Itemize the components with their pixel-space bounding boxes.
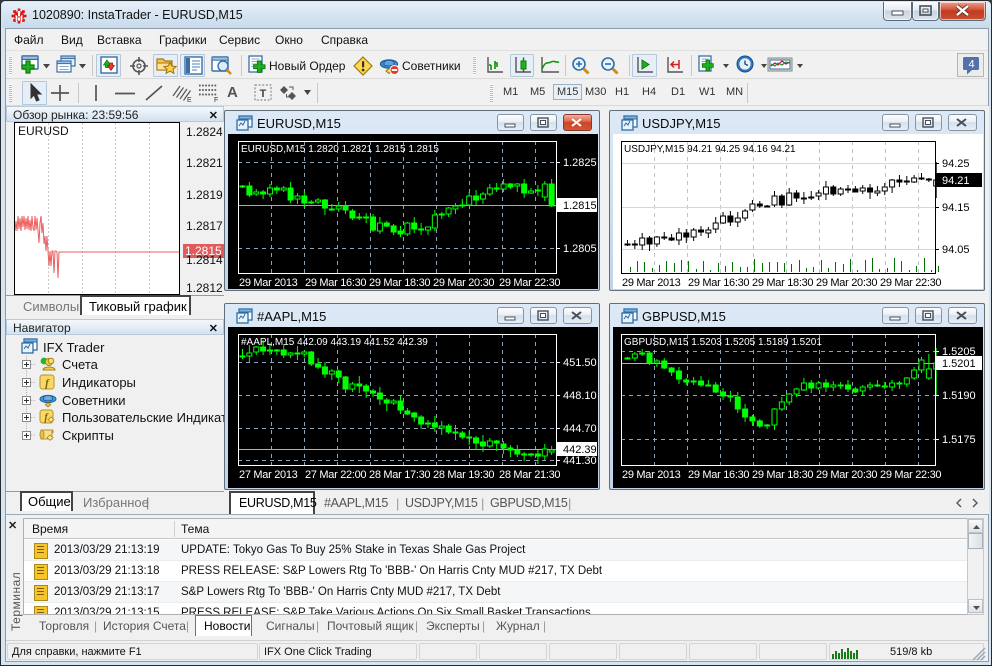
svg-text:USDJPY,M15 94.21 94.25 94.16: USDJPY,M15 94.21 94.25 94.16 94.21 xyxy=(624,144,796,155)
svg-text:27 Mar 22:00: 27 Mar 22:00 xyxy=(305,469,366,481)
svg-text:451.50: 451.50 xyxy=(563,357,597,369)
svg-text:1.5175: 1.5175 xyxy=(942,434,976,446)
svg-text:GBPUSD,M15 1.5203 1.5205 1.51: GBPUSD,M15 1.5203 1.5205 1.5189 1.5201 xyxy=(624,337,822,348)
svg-text:T: T xyxy=(260,88,267,100)
svg-text:94.25: 94.25 xyxy=(942,158,970,170)
svg-text:28 Mar 17:30: 28 Mar 17:30 xyxy=(369,469,430,481)
svg-text:1.2815: 1.2815 xyxy=(563,200,597,212)
svg-text:29 Mar 22:30: 29 Mar 22:30 xyxy=(880,469,941,481)
svg-text:94.05: 94.05 xyxy=(942,244,970,256)
svg-text:29 Mar 18:30: 29 Mar 18:30 xyxy=(369,277,430,289)
svg-text:448.10: 448.10 xyxy=(563,390,597,402)
svg-text:28 Mar 21:30: 28 Mar 21:30 xyxy=(499,469,560,481)
svg-text:4: 4 xyxy=(968,59,974,71)
svg-text:1.5201: 1.5201 xyxy=(942,358,976,370)
svg-text:1.2825: 1.2825 xyxy=(563,157,597,169)
svg-text:29 Mar 22:30: 29 Mar 22:30 xyxy=(499,277,560,289)
svg-text:E: E xyxy=(187,97,192,103)
svg-text:94.15: 94.15 xyxy=(942,202,970,214)
svg-text:29 Mar 2013: 29 Mar 2013 xyxy=(239,277,298,289)
svg-text:EURUSD,M15 1.2820 1.2821 1.28: EURUSD,M15 1.2820 1.2821 1.2815 1.2815 xyxy=(241,144,439,155)
svg-text:29 Mar 16:30: 29 Mar 16:30 xyxy=(305,277,366,289)
svg-text:F: F xyxy=(214,97,218,103)
svg-text:#AAPL,M15 442.09 443.19 441.5: #AAPL,M15 442.09 443.19 441.52 442.39 xyxy=(241,337,428,348)
svg-text:1.2805: 1.2805 xyxy=(563,243,597,255)
svg-text:29 Mar 2013: 29 Mar 2013 xyxy=(622,469,681,481)
svg-text:29 Mar 16:30: 29 Mar 16:30 xyxy=(688,469,749,481)
svg-text:29 Mar 22:30: 29 Mar 22:30 xyxy=(880,277,941,289)
svg-text:29 Mar 2013: 29 Mar 2013 xyxy=(622,277,681,289)
svg-text:29 Mar 18:30: 29 Mar 18:30 xyxy=(752,277,813,289)
svg-text:29 Mar 20:30: 29 Mar 20:30 xyxy=(433,277,494,289)
svg-text:441.30: 441.30 xyxy=(563,455,597,467)
svg-text:29 Mar 20:30: 29 Mar 20:30 xyxy=(816,277,877,289)
svg-text:29 Mar 18:30: 29 Mar 18:30 xyxy=(752,469,813,481)
svg-text:444.70: 444.70 xyxy=(563,423,597,435)
svg-text:28 Mar 19:30: 28 Mar 19:30 xyxy=(433,469,494,481)
svg-text:29 Mar 16:30: 29 Mar 16:30 xyxy=(688,277,749,289)
svg-text:27 Mar 2013: 27 Mar 2013 xyxy=(239,469,298,481)
svg-text:94.21: 94.21 xyxy=(942,175,970,187)
svg-text:1.5190: 1.5190 xyxy=(942,390,976,402)
svg-text:29 Mar 20:30: 29 Mar 20:30 xyxy=(816,469,877,481)
svg-text:442.39: 442.39 xyxy=(563,444,597,456)
